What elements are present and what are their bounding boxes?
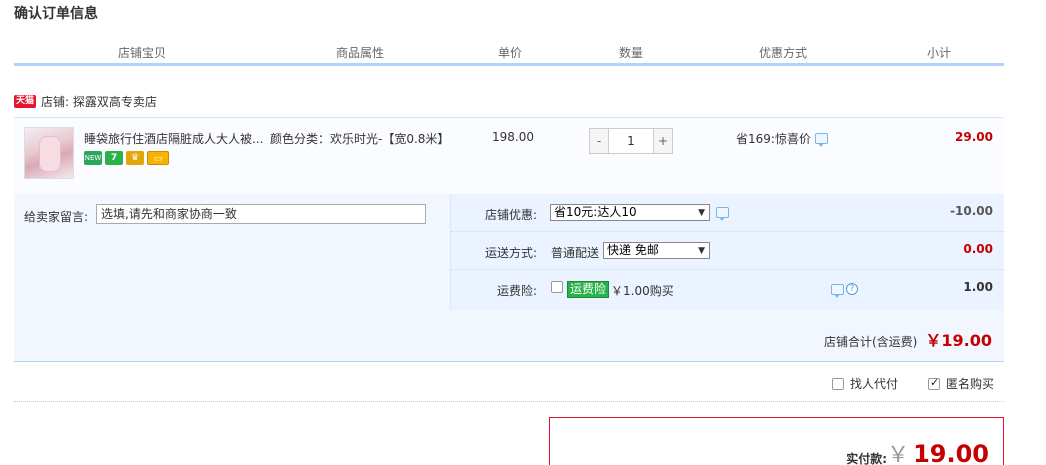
shop-discount-select[interactable]: 省10元:达人10 bbox=[550, 204, 710, 221]
insurance-row: 运费险: 运费险 ￥1.00购买 ? 1.00 bbox=[451, 270, 1005, 308]
column-unit-price: 单价 bbox=[497, 46, 522, 60]
proxy-pay-label: 找人代付 bbox=[850, 377, 899, 391]
proxy-pay-checkbox[interactable] bbox=[832, 377, 844, 390]
shop-row: 天猫 店铺: 探露双高专卖店 bbox=[14, 90, 157, 112]
purchase-options: 找人代付 匿名购买 bbox=[14, 366, 1004, 402]
increase-quantity-button[interactable]: + bbox=[653, 128, 673, 154]
shop-total-label: 店铺合计(含运费) bbox=[824, 335, 918, 349]
shop-name-link[interactable]: 店铺: 探露双高专卖店 bbox=[41, 93, 157, 110]
payment-amount: 19.00 bbox=[913, 440, 989, 465]
shop-discount-row: 店铺优惠: 省10元:达人10 -10.00 bbox=[451, 194, 1005, 232]
column-subtotal: 小计 bbox=[926, 46, 951, 60]
currency-symbol: ￥ bbox=[887, 443, 910, 465]
anonymous-label: 匿名购买 bbox=[946, 377, 995, 391]
product-attribute: 颜色分类：欢乐时光-【宽0.8米】 bbox=[270, 132, 450, 146]
discount-text: 省169:惊喜价 bbox=[736, 132, 811, 146]
column-discount: 优惠方式 bbox=[758, 46, 807, 60]
seven-day-return-icon[interactable]: 7 bbox=[105, 151, 123, 165]
insurance-value: 1.00 bbox=[963, 280, 993, 294]
decrease-quantity-button[interactable]: - bbox=[589, 128, 609, 154]
tmall-icon: 天猫 bbox=[14, 94, 37, 108]
order-details: 给卖家留言: 选填,请先和商家协商一致 店铺优惠: 省10元:达人10 -10.… bbox=[14, 194, 1005, 362]
shop-discount-label: 店铺优惠: bbox=[484, 208, 537, 222]
help-icon[interactable]: ? bbox=[846, 283, 858, 295]
insurance-tag: 运费险 bbox=[567, 281, 610, 298]
shop-total: 店铺合计(含运费) ￥19.00 bbox=[824, 327, 992, 351]
payment-summary: 实付款: ￥ 19.00 bbox=[549, 417, 1004, 465]
quantity-stepper: - 1 + bbox=[589, 128, 673, 154]
anonymous-checkbox[interactable] bbox=[928, 376, 940, 390]
message-label: 给卖家留言: bbox=[24, 210, 89, 224]
product-title-link[interactable]: 睡袋旅行住酒店隔脏成人大人被... bbox=[84, 130, 263, 147]
message-icon[interactable] bbox=[831, 284, 844, 298]
column-quantity: 数量 bbox=[618, 46, 643, 60]
column-shop-item: 店铺宝贝 bbox=[117, 46, 166, 60]
quantity-input[interactable]: 1 bbox=[609, 128, 653, 154]
shop-discount-value: -10.00 bbox=[950, 204, 993, 218]
proxy-pay-option[interactable]: 找人代付 bbox=[832, 375, 898, 392]
new-product-icon[interactable]: NEW bbox=[84, 151, 102, 165]
shipping-value: 0.00 bbox=[963, 242, 993, 256]
item-discount: 省169:惊喜价 bbox=[736, 130, 828, 147]
anonymous-option[interactable]: 匿名购买 bbox=[928, 375, 994, 392]
column-header: 店铺宝贝 商品属性 单价 数量 优惠方式 小计 bbox=[14, 40, 1004, 66]
unit-price: 198.00 bbox=[492, 130, 534, 144]
seller-message-input[interactable]: 选填,请先和商家协商一致 bbox=[96, 204, 426, 224]
product-thumbnail[interactable] bbox=[24, 127, 74, 179]
credit-card-icon[interactable]: ▭ bbox=[147, 151, 169, 165]
shipping-type: 普通配送 bbox=[551, 246, 600, 260]
column-attributes: 商品属性 bbox=[335, 46, 384, 60]
payment-total: ￥ 19.00 bbox=[887, 437, 989, 465]
shipping-row: 运送方式: 普通配送 快递 免邮 0.00 bbox=[451, 232, 1005, 270]
shipping-method-select[interactable]: 快递 免邮 bbox=[603, 242, 710, 259]
order-item: 睡袋旅行住酒店隔脏成人大人被... NEW 7 ♛ ▭ 颜色分类：欢乐时光-【宽… bbox=[14, 117, 1004, 194]
message-icon[interactable] bbox=[814, 133, 828, 147]
insurance-price: ￥1.00购买 bbox=[611, 284, 674, 298]
insurance-checkbox[interactable] bbox=[551, 281, 563, 293]
insurance-label: 运费险: bbox=[496, 284, 537, 298]
payment-label: 实付款: bbox=[846, 452, 887, 465]
shop-total-value: ￥19.00 bbox=[925, 331, 992, 350]
page-title: 确认订单信息 bbox=[14, 6, 98, 22]
service-badges: NEW 7 ♛ ▭ bbox=[84, 151, 169, 165]
item-subtotal: 29.00 bbox=[955, 130, 993, 144]
order-options-panel: 店铺优惠: 省10元:达人10 -10.00 运送方式: 普通配送 快递 免邮 … bbox=[450, 194, 1005, 310]
message-icon[interactable] bbox=[716, 207, 729, 221]
shipping-label: 运送方式: bbox=[484, 246, 537, 260]
certified-icon[interactable]: ♛ bbox=[126, 151, 144, 165]
